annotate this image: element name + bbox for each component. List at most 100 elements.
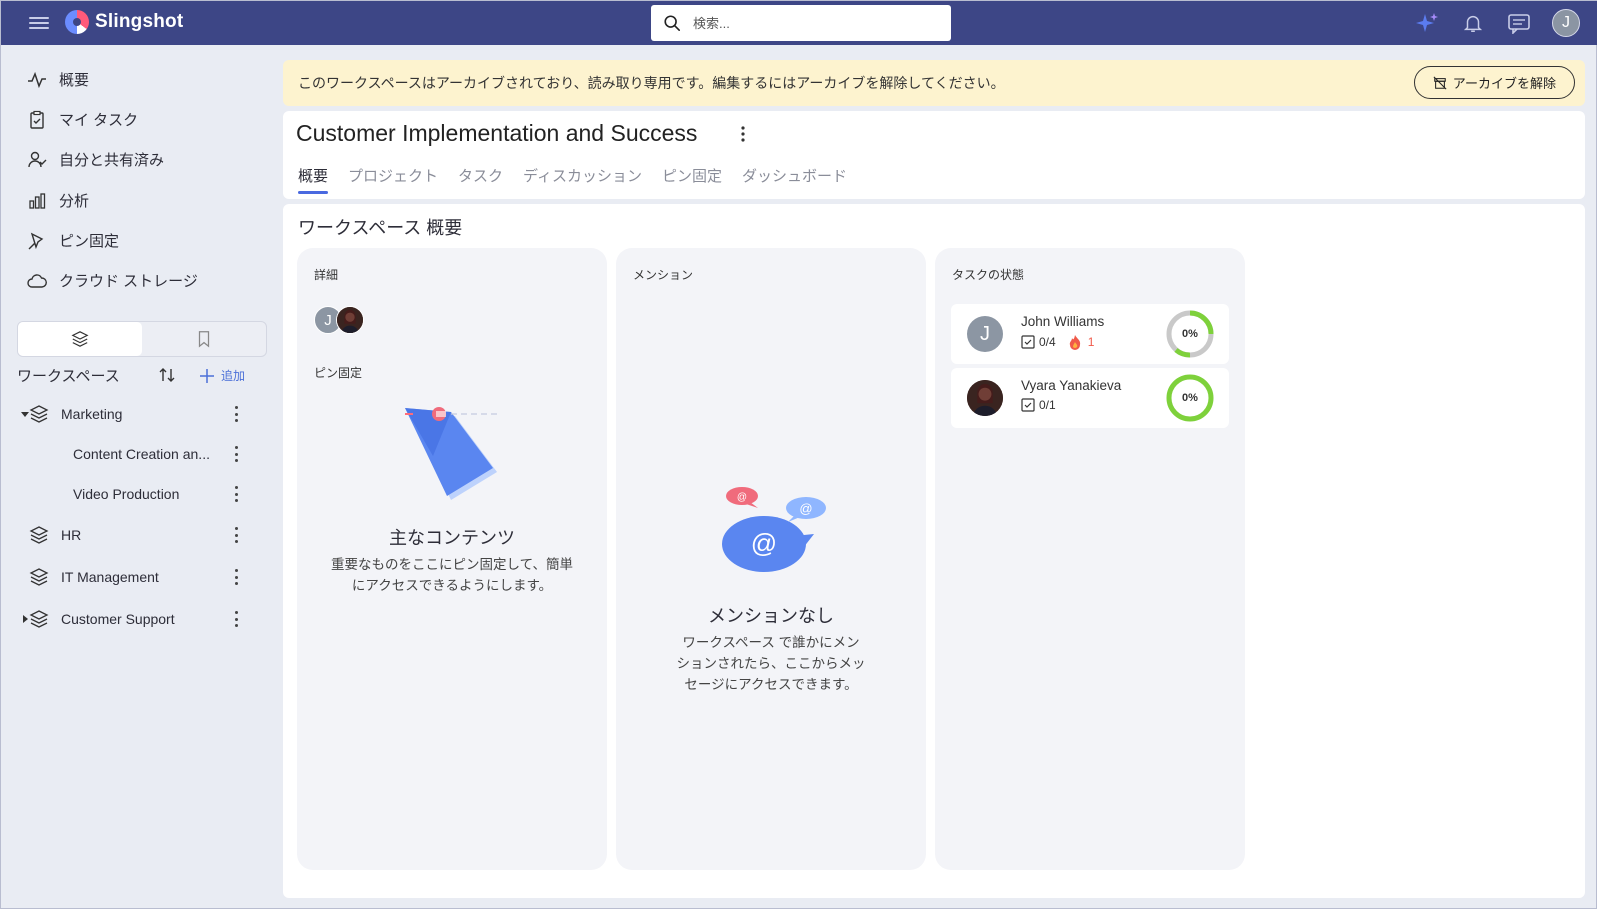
user-shared-icon: [28, 151, 47, 167]
overview-title: ワークスペース 概要: [298, 218, 463, 238]
bookmarks-view-tab[interactable]: [142, 322, 266, 356]
workspace-more-icon[interactable]: [233, 406, 239, 422]
unarchive-icon: [1433, 76, 1447, 89]
mentions-empty-title: メンションなし: [708, 606, 834, 626]
sidebar-item-overview[interactable]: 概要: [27, 69, 89, 90]
workspace-label: Customer Support: [61, 611, 175, 627]
app-name: Slingshot: [95, 11, 184, 32]
layers-icon: [29, 568, 49, 586]
sidebar-item-label: ピン固定: [59, 233, 120, 250]
task-status-row[interactable]: J John Williams 0/4 1 0%: [951, 304, 1229, 364]
sidebar-item-label: マイ タスク: [59, 112, 139, 129]
description-line: 重要なものをここにピン固定して、簡単: [331, 557, 573, 572]
top-bar-actions: J: [1414, 9, 1580, 37]
member-name: Vyara Yanakieva: [1021, 378, 1122, 393]
sidebar-item-analytics[interactable]: 分析: [27, 190, 89, 211]
app-window: Slingshot J 概要 マイ タスク: [0, 0, 1597, 909]
cloud-icon: [27, 273, 47, 288]
workspace-more-icon[interactable]: [233, 527, 239, 543]
sidebar-item-pinned[interactable]: ピン固定: [27, 230, 119, 251]
svg-text:@: @: [751, 528, 777, 558]
unarchive-label: アーカイブを解除: [1452, 76, 1556, 91]
sidebar-item-label: 自分と共有済み: [59, 152, 165, 169]
workspace-tabs: 概要 プロジェクト タスク ディスカッション ピン固定 ダッシュボード: [298, 165, 847, 194]
workspace-more-icon[interactable]: [233, 611, 239, 627]
workspaces-header: ワークスペース 追加: [17, 365, 267, 386]
task-status-panel: タスクの状態 J John Williams 0/4 1 0% Vyara Ya…: [935, 248, 1245, 870]
task-meta: 0/1: [1021, 398, 1056, 412]
tab-discussions[interactable]: ディスカッション: [523, 165, 642, 194]
chat-icon[interactable]: [1506, 10, 1532, 36]
clipboard-check-icon: [30, 110, 44, 129]
archived-message: このワークスペースはアーカイブされており、読み取り専用です。編集するにはアーカイ…: [298, 75, 1005, 91]
pinned-section-label: ピン固定: [314, 366, 363, 380]
plus-icon: [200, 368, 214, 383]
add-label: 追加: [221, 369, 246, 383]
slingshot-logo-icon: [65, 10, 89, 34]
tab-overview[interactable]: 概要: [298, 165, 329, 194]
layers-icon: [71, 331, 89, 347]
svg-text:@: @: [737, 492, 747, 503]
task-meta: 0/4 1: [1021, 334, 1094, 350]
layers-icon: [29, 405, 49, 423]
task-count: 0/1: [1039, 398, 1056, 412]
task-count: 0/4: [1039, 335, 1056, 349]
app-logo[interactable]: Slingshot: [65, 10, 183, 34]
avatar[interactable]: [336, 306, 364, 334]
sidebar-item-label: 概要: [59, 72, 90, 89]
layers-icon: [29, 610, 49, 628]
sidebar-item-my-tasks[interactable]: マイ タスク: [27, 109, 138, 130]
ai-sparkle-icon[interactable]: [1414, 10, 1440, 36]
fire-icon: [1069, 335, 1080, 350]
mentions-panel: メンション @ @ @ メンションなし ワークスペース で誰かにメン ションされ…: [616, 248, 926, 870]
workspace-item-video-production[interactable]: Video Production: [1, 476, 263, 512]
tab-pinned[interactable]: ピン固定: [662, 165, 722, 194]
overview-content: ワークスペース 概要 詳細 J ピン固定 主なコンテンツ 重要なものをここにピン…: [283, 204, 1585, 898]
task-status-title: タスクの状態: [952, 268, 1025, 282]
search-box[interactable]: [651, 5, 951, 41]
description-line: セージにアクセスできます。: [684, 677, 858, 692]
page-title: Customer Implementation and Success: [296, 120, 698, 146]
mentions-empty-description: ワークスペース で誰かにメン ションされたら、ここからメッ セージにアクセスでき…: [656, 632, 886, 695]
sort-icon[interactable]: [157, 365, 177, 390]
pin-icon: [28, 232, 44, 249]
user-avatar[interactable]: J: [1552, 9, 1580, 37]
search-input[interactable]: [693, 15, 923, 31]
sidebar-item-cloud-storage[interactable]: クラウド ストレージ: [27, 270, 198, 291]
details-title: 詳細: [314, 268, 339, 282]
member-avatars[interactable]: J: [314, 306, 364, 334]
bar-chart-icon: [29, 192, 46, 209]
workspace-item-content-creation[interactable]: Content Creation an...: [1, 436, 263, 472]
tab-projects[interactable]: プロジェクト: [348, 165, 438, 194]
expand-caret-icon[interactable]: [23, 615, 28, 623]
member-name: John Williams: [1021, 314, 1105, 329]
bell-icon[interactable]: [1460, 10, 1486, 36]
workspace-more-icon[interactable]: [233, 446, 239, 462]
workspace-item-it-management[interactable]: IT Management: [1, 559, 263, 595]
expand-caret-icon[interactable]: [21, 411, 29, 417]
workspaces-view-tab[interactable]: [18, 322, 142, 356]
layers-icon: [29, 526, 49, 544]
progress-percent: 0%: [1182, 392, 1198, 404]
description-line: ションされたら、ここからメッ: [676, 656, 866, 671]
tab-tasks[interactable]: タスク: [458, 165, 503, 194]
svg-text:@: @: [799, 501, 812, 516]
description-line: ワークスペース で誰かにメン: [682, 635, 860, 650]
task-status-row[interactable]: Vyara Yanakieva 0/1 0%: [951, 368, 1229, 428]
details-panel: 詳細 J ピン固定 主なコンテンツ 重要なものをここにピン固定して、簡単 にアク…: [297, 248, 607, 870]
task-check-icon: [1021, 398, 1035, 412]
workspace-more-icon[interactable]: [233, 486, 239, 502]
unarchive-button[interactable]: アーカイブを解除: [1413, 66, 1575, 99]
top-bar: Slingshot J: [1, 1, 1597, 45]
workspace-item-customer-support[interactable]: Customer Support: [1, 601, 263, 637]
workspace-item-marketing[interactable]: Marketing: [1, 396, 263, 432]
workspace-options-icon[interactable]: [739, 125, 747, 148]
sidebar-item-shared[interactable]: 自分と共有済み: [27, 149, 164, 170]
tab-dashboard[interactable]: ダッシュボード: [742, 165, 847, 194]
workspace-item-hr[interactable]: HR: [1, 517, 263, 553]
add-workspace-button[interactable]: 追加: [199, 367, 245, 384]
search-icon: [664, 15, 681, 32]
hamburger-menu-icon[interactable]: [29, 14, 49, 32]
workspace-more-icon[interactable]: [233, 569, 239, 585]
workspace-label: Video Production: [73, 486, 180, 502]
